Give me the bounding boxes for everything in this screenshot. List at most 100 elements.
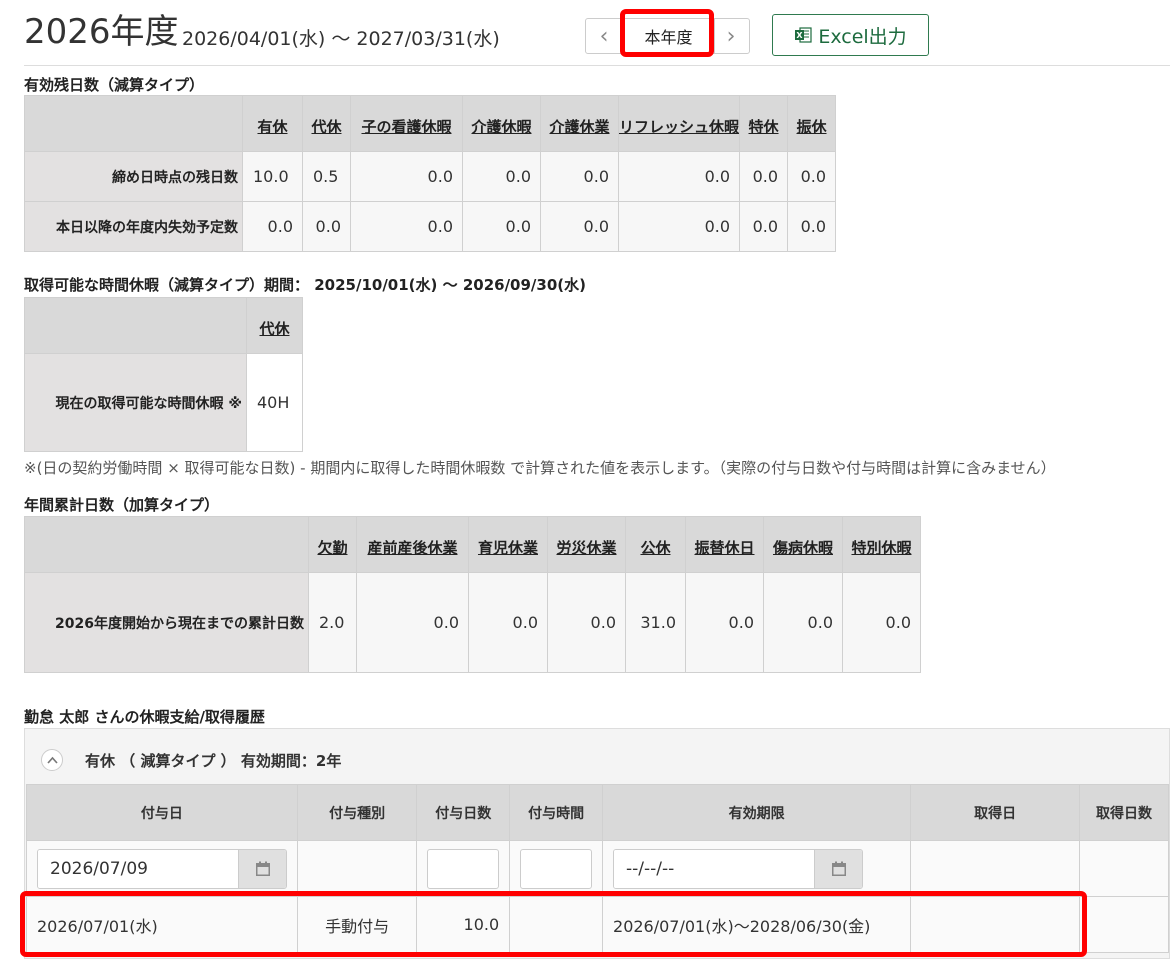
col-link-special[interactable]: 特休 bbox=[749, 118, 779, 136]
cell-value: 0.0 bbox=[787, 201, 837, 252]
chevron-right-icon: › bbox=[726, 23, 736, 49]
row-label: 本日以降の年度内失効予定数 bbox=[24, 201, 243, 252]
expiry-date-input[interactable] bbox=[614, 849, 815, 888]
fiscal-year-range: 2026/04/01(水) ～ 2027/03/31(水) bbox=[182, 28, 500, 50]
col-taken-days: 取得日数 bbox=[1079, 784, 1169, 841]
next-year-button[interactable]: › bbox=[713, 19, 749, 53]
col-link-substitute[interactable]: 振休 bbox=[797, 118, 827, 136]
cell-value: 0.0 bbox=[356, 572, 469, 673]
chevron-up-icon bbox=[46, 756, 58, 764]
row-label: 現在の取得可能な時間休暇 ※ bbox=[24, 353, 247, 452]
cell-value: 0.0 bbox=[462, 201, 541, 252]
table-row: 2026/07/01(水) 手動付与 10.0 2026/07/01(水)～20… bbox=[26, 896, 1169, 953]
excel-export-button[interactable]: X Excel出力 bbox=[772, 14, 929, 56]
history-table: 付与日 付与種別 付与日数 付与時間 有効期限 取得日 取得日数 2026/07… bbox=[26, 784, 1169, 953]
remaining-days-table: 有休 代休 子の看護休暇 介護休暇 介護休業 リフレッシュ休暇 特休 振休 締め… bbox=[24, 95, 837, 252]
cell-value: 2.0 bbox=[308, 572, 357, 673]
expiry-cell: 2026/07/01(水)～2028/06/30(金) bbox=[602, 896, 912, 953]
history-panel-title: 有休 （ 減算タイプ ） 有効期間：2年 bbox=[85, 751, 342, 770]
fiscal-year-title: 2026年度 bbox=[24, 12, 179, 52]
col-link-child-care[interactable]: 子の看護休暇 bbox=[361, 118, 451, 136]
remaining-section-title: 有効残日数（減算タイプ） bbox=[24, 76, 205, 94]
annual-section-title: 年間累計日数（加算タイプ） bbox=[24, 496, 220, 514]
table-row: 2026年度開始から現在までの累計日数 2.0 0.0 0.0 0.0 31.0… bbox=[24, 572, 921, 673]
expiry-date-calendar-button[interactable] bbox=[814, 849, 863, 888]
expiry-date-field bbox=[613, 848, 864, 889]
cell-value: 0.0 bbox=[242, 201, 303, 252]
row-label: 締め日時点の残日数 bbox=[24, 151, 243, 202]
grant-date-cell: 2026/07/01(水) bbox=[26, 896, 298, 953]
grant-days-input[interactable] bbox=[427, 848, 500, 889]
col-link-work-injury[interactable]: 労災休業 bbox=[556, 539, 616, 557]
col-grant-hours: 付与時間 bbox=[509, 784, 604, 841]
cell-value: 0.0 bbox=[302, 201, 351, 252]
grant-date-field bbox=[37, 848, 287, 889]
excel-export-label: Excel出力 bbox=[818, 25, 907, 48]
col-link-compensatory[interactable]: 代休 bbox=[311, 118, 341, 136]
cell-value: 0.0 bbox=[462, 151, 541, 202]
cell-value: 0.0 bbox=[739, 151, 789, 202]
col-link-transfer-holiday[interactable]: 振替休日 bbox=[694, 539, 754, 557]
history-panel: 有休 （ 減算タイプ ） 有効期間：2年 付与日 付与種別 付与日数 付与時間 … bbox=[24, 728, 1170, 959]
table-row: 現在の取得可能な時間休暇 ※ 40H bbox=[24, 353, 303, 452]
cell-value: 0.0 bbox=[787, 151, 837, 202]
header-divider bbox=[24, 65, 1170, 66]
excel-icon: X bbox=[795, 27, 812, 43]
prev-year-button[interactable]: ‹ bbox=[586, 19, 622, 53]
cell-value: 0.0 bbox=[350, 201, 463, 252]
input-row bbox=[26, 840, 1169, 897]
cell-value: 0.0 bbox=[617, 201, 741, 252]
current-year-button[interactable]: 本年度 bbox=[622, 19, 715, 53]
cell-value: 0.0 bbox=[763, 572, 843, 673]
collapse-button[interactable] bbox=[41, 749, 63, 771]
svg-text:X: X bbox=[797, 31, 804, 40]
cell-value: 0.5 bbox=[302, 151, 351, 202]
annual-days-table: 欠勤 産前産後休業 育児休業 労災休業 公休 振替休日 傷病休暇 特別休暇 20… bbox=[24, 516, 921, 673]
year-nav-group: ‹ 本年度 › bbox=[585, 18, 750, 54]
cell-value: 0.0 bbox=[540, 151, 619, 202]
col-link-compensatory-hourly[interactable]: 代休 bbox=[259, 320, 289, 338]
cell-value: 40H bbox=[246, 353, 303, 452]
hourly-section-title: 取得可能な時間休暇（減算タイプ）期間： 2025/10/01(水) ～ 2026… bbox=[24, 276, 586, 294]
calendar-icon bbox=[255, 861, 270, 876]
grant-hours-input[interactable] bbox=[520, 848, 593, 889]
chevron-left-icon: ‹ bbox=[599, 23, 609, 49]
col-link-maternity[interactable]: 産前産後休業 bbox=[367, 539, 457, 557]
col-grant-date: 付与日 bbox=[26, 784, 298, 841]
col-grant-type: 付与種別 bbox=[296, 784, 418, 841]
col-link-absence[interactable]: 欠勤 bbox=[317, 539, 347, 557]
col-link-childcare-leave[interactable]: 育児休業 bbox=[478, 539, 538, 557]
history-section-title: 勤怠 太郎 さんの休暇支給/取得履歴 bbox=[24, 708, 265, 726]
cell-value: 0.0 bbox=[468, 572, 548, 673]
col-grant-days: 付与日数 bbox=[416, 784, 511, 841]
col-link-nursing-leave[interactable]: 介護休暇 bbox=[471, 118, 531, 136]
header: 2026年度 2026/04/01(水) ～ 2027/03/31(水) ‹ 本… bbox=[24, 9, 1170, 60]
cell-value: 0.0 bbox=[617, 151, 741, 202]
taken-date-cell bbox=[910, 896, 1081, 953]
hourly-leave-table: 代休 現在の取得可能な時間休暇 ※ 40H bbox=[24, 297, 303, 452]
taken-days-cell bbox=[1079, 896, 1169, 953]
col-taken-date: 取得日 bbox=[910, 784, 1081, 841]
cell-value: 10.0 bbox=[242, 151, 303, 202]
row-label: 2026年度開始から現在までの累計日数 bbox=[24, 572, 309, 673]
grant-type-cell: 手動付与 bbox=[296, 896, 418, 953]
cell-value: 0.0 bbox=[842, 572, 921, 673]
col-link-paid-leave[interactable]: 有休 bbox=[257, 118, 287, 136]
grant-date-calendar-button[interactable] bbox=[238, 849, 286, 888]
table-corner bbox=[24, 95, 243, 152]
history-panel-header: 有休 （ 減算タイプ ） 有効期間：2年 bbox=[41, 749, 341, 771]
cell-value: 0.0 bbox=[547, 572, 626, 673]
col-expiry: 有効期限 bbox=[602, 784, 912, 841]
grant-date-input[interactable] bbox=[38, 849, 238, 888]
col-link-nursing-absence[interactable]: 介護休業 bbox=[549, 118, 609, 136]
cell-value: 31.0 bbox=[625, 572, 686, 673]
cell-value: 0.0 bbox=[540, 201, 619, 252]
col-link-public-holiday[interactable]: 公休 bbox=[640, 539, 670, 557]
calendar-icon bbox=[831, 861, 846, 876]
grant-hours-cell bbox=[509, 896, 604, 953]
cell-value: 0.0 bbox=[739, 201, 789, 252]
calculation-note: ※(日の契約労働時間 × 取得可能な日数) - 期間内に取得した時間休暇数 で計… bbox=[24, 459, 1056, 477]
col-link-refresh[interactable]: リフレッシュ休暇 bbox=[619, 118, 739, 136]
col-link-sick-leave[interactable]: 傷病休暇 bbox=[773, 539, 833, 557]
col-link-special-leave[interactable]: 特別休暇 bbox=[851, 539, 911, 557]
